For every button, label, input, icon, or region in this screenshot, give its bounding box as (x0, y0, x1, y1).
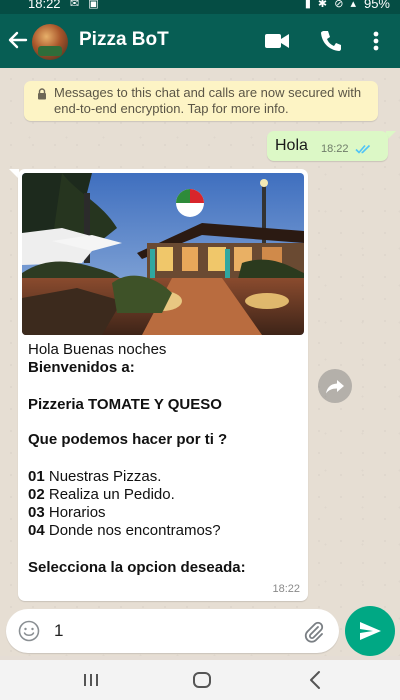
forward-button[interactable] (318, 369, 352, 403)
status-time: 18:22 (28, 0, 61, 11)
status-bar: 18:22 ✉ ▣ ▮ ✱ ⊘ ▴ 95% (0, 0, 400, 14)
recent-apps-icon[interactable] (82, 672, 100, 688)
attach-icon[interactable] (302, 620, 326, 644)
emoji-icon[interactable] (18, 620, 40, 642)
chat-header: Pizza BoT (0, 14, 400, 68)
system-icons: ▮ ✱ ⊘ ▴ (304, 0, 358, 10)
battery-level: 95% (363, 0, 390, 11)
menu-option: 01 Nuestras Pizzas. (28, 468, 161, 486)
send-icon (360, 622, 381, 640)
option-label: Donde nos encontramos? (48, 522, 221, 539)
menu-option: 04 Donde nos encontramos? (28, 522, 221, 540)
back-arrow-icon[interactable] (6, 25, 30, 55)
nav-back-icon[interactable] (308, 669, 322, 691)
incoming-message-time: 18:22 (272, 583, 300, 595)
option-number: 03 (28, 504, 45, 521)
prompt-text: Selecciona la opcion deseada: (28, 559, 246, 576)
option-label: Nuestras Pizzas. (48, 468, 162, 485)
option-number: 04 (28, 522, 45, 539)
encryption-notice[interactable]: Messages to this chat and calls are now … (24, 81, 378, 121)
outgoing-message-time: 18:22 (321, 143, 349, 155)
question-text: Que podemos hacer por ti ? (28, 431, 228, 448)
system-nav-bar (0, 660, 400, 700)
send-button[interactable] (345, 606, 395, 656)
lock-icon (38, 88, 46, 100)
video-call-icon[interactable] (263, 30, 291, 52)
greeting-text: Hola Buenas noches (28, 341, 167, 358)
message-composer (6, 609, 339, 653)
restaurant-photo[interactable] (22, 173, 304, 335)
encryption-text: Messages to this chat and calls are now … (54, 85, 362, 116)
outgoing-message[interactable]: Hola 18:22 (267, 131, 388, 161)
home-icon[interactable] (192, 670, 212, 690)
double-check-icon (355, 144, 371, 154)
message-input[interactable] (54, 621, 284, 641)
restaurant-name: Pizzeria TOMATE Y QUESO (28, 396, 222, 413)
option-number: 02 (28, 486, 45, 503)
forward-icon (326, 380, 344, 394)
incoming-message[interactable]: Hola Buenas noches Bienvenidos a: Pizzer… (18, 169, 308, 601)
menu-option: 03 Horarios (28, 504, 106, 522)
option-number: 01 (28, 468, 45, 485)
phone-icon[interactable] (318, 28, 342, 54)
option-label: Realiza un Pedido. (48, 486, 175, 503)
option-label: Horarios (48, 504, 106, 521)
notification-icons: ✉ ▣ (70, 0, 102, 10)
more-vert-icon[interactable] (368, 27, 384, 55)
contact-avatar[interactable] (32, 24, 68, 60)
outgoing-message-text: Hola (275, 137, 308, 154)
welcome-text: Bienvenidos a: (28, 359, 135, 376)
contact-name[interactable]: Pizza BoT (79, 29, 169, 51)
menu-option: 02 Realiza un Pedido. (28, 486, 175, 504)
